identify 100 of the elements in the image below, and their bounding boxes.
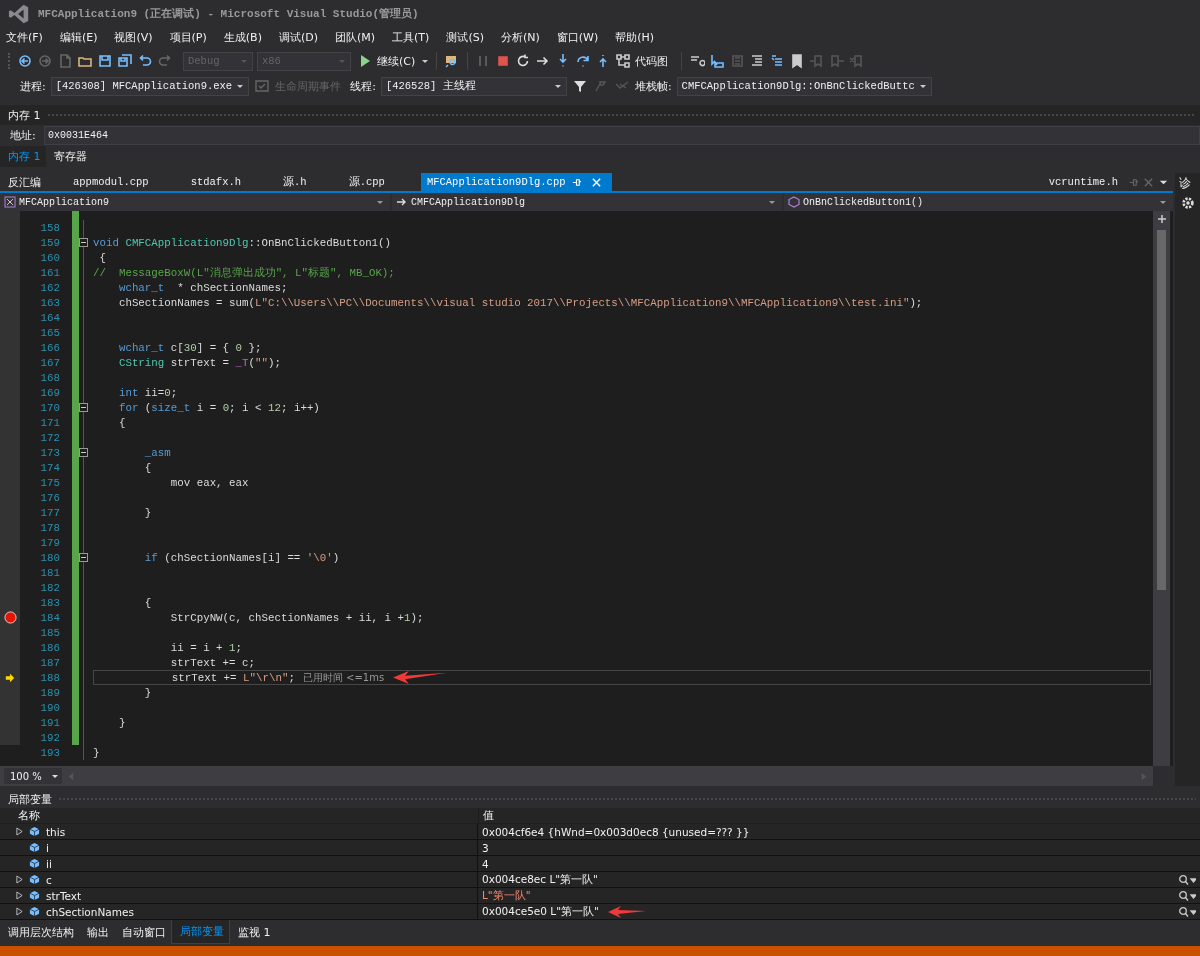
- dropdown-arrow-icon[interactable]: [51, 772, 59, 780]
- panel-tab[interactable]: 局部变量: [171, 920, 230, 944]
- menu-item[interactable]: 帮助(H): [615, 30, 655, 45]
- stack-frame-dropdown[interactable]: CMFCApplication9Dlg::OnBnClickedButtc: [676, 76, 932, 96]
- document-tab[interactable]: 源.cpp: [342, 173, 391, 191]
- expand-icon[interactable]: [16, 875, 23, 884]
- split-icon[interactable]: [1156, 214, 1167, 224]
- stack-frame-label: 堆栈帧:: [634, 78, 672, 94]
- search-icon[interactable]: [1178, 905, 1196, 918]
- code-line: {: [117, 416, 126, 429]
- dropdown-arrow-icon[interactable]: [918, 82, 927, 90]
- code-line: if (chSectionNames[i] == '\0'): [143, 551, 340, 564]
- line-number: 181: [39, 566, 60, 579]
- menu-item[interactable]: 窗口(W): [556, 30, 599, 45]
- line-number: 190: [39, 701, 60, 714]
- address-field[interactable]: 0x0031E464: [44, 126, 1200, 145]
- document-tab[interactable]: 源.h: [277, 173, 313, 191]
- line-number: 168: [39, 371, 60, 384]
- panel-tab[interactable]: 输出: [79, 920, 114, 944]
- document-tab[interactable]: 反汇编: [0, 173, 47, 191]
- line-number: 170: [39, 401, 60, 414]
- dropdown-arrow-icon[interactable]: [421, 57, 430, 65]
- variable-value: 0x004cf6e4 {hWnd=0x003d0ec8 {unused=??? }}: [482, 825, 750, 838]
- document-tab[interactable]: appmodul.cpp: [67, 173, 155, 191]
- dropdown-arrow-icon[interactable]: [236, 82, 245, 90]
- breakpoint-toggle-icon[interactable]: [689, 53, 706, 69]
- panel-tab[interactable]: 内存 1: [0, 146, 46, 167]
- preview-tab[interactable]: vcruntime.h: [1042, 173, 1124, 191]
- search-icon[interactable]: [1178, 873, 1196, 886]
- line-number: 183: [39, 596, 60, 609]
- document-tab[interactable]: MFCApplication9Dlg.cpp: [420, 173, 612, 191]
- collapse-icon[interactable]: [79, 448, 88, 457]
- menu-item[interactable]: 项目(P): [169, 30, 207, 45]
- pin-icon[interactable]: [570, 176, 582, 188]
- menu-item[interactable]: 编辑(E): [59, 30, 98, 45]
- line-number: 160: [39, 251, 60, 264]
- dropdown-arrow-icon[interactable]: [553, 82, 562, 90]
- right-arrow-icon: [396, 196, 408, 208]
- line-number: 191: [39, 716, 60, 729]
- line-number: 165: [39, 326, 60, 339]
- column-header[interactable]: 值: [478, 808, 1200, 823]
- line-number: 174: [39, 461, 60, 474]
- menu-item[interactable]: 视图(V): [114, 30, 153, 45]
- undo-icon[interactable]: [137, 53, 153, 69]
- save-icon[interactable]: [97, 53, 113, 69]
- code-line: _asm: [143, 446, 171, 459]
- class-dropdown[interactable]: CMFCApplication9Dlg: [392, 193, 782, 211]
- panel-tab[interactable]: 监视 1: [230, 920, 276, 944]
- thread-label: 线程:: [350, 79, 376, 93]
- dropdown-arrow-icon[interactable]: [1159, 198, 1167, 206]
- panel-tab[interactable]: 调用层次结构: [0, 920, 79, 944]
- process-label: 进程:: [20, 78, 46, 94]
- settings-icon[interactable]: [1181, 196, 1195, 210]
- expand-icon[interactable]: [16, 907, 23, 916]
- code-line: CString strText = _T("");: [117, 356, 281, 369]
- hierarchy-icon[interactable]: [615, 53, 632, 69]
- document-tab[interactable]: stdafx.h: [184, 173, 248, 191]
- code-line: }: [143, 686, 152, 699]
- menu-item[interactable]: 调试(D): [278, 30, 318, 45]
- panel-tab[interactable]: 寄存器: [45, 146, 92, 167]
- cursor-icon[interactable]: [709, 53, 726, 69]
- variable-name: ii: [46, 857, 52, 870]
- zoom-dropdown[interactable]: 100 %: [4, 768, 62, 784]
- code-map-label[interactable]: 代码图: [635, 53, 669, 69]
- breakpoint-icon[interactable]: [3, 611, 17, 624]
- dropdown-arrow-icon[interactable]: [376, 198, 384, 206]
- process-dropdown[interactable]: [426308] MFCApplication9.exe: [50, 76, 250, 96]
- collapse-icon[interactable]: [79, 238, 88, 247]
- filter-icon[interactable]: [571, 78, 588, 94]
- back-icon[interactable]: [17, 53, 33, 69]
- menu-item[interactable]: 工具(T): [392, 30, 430, 45]
- collapse-icon[interactable]: [79, 553, 88, 562]
- line-number: 189: [39, 686, 60, 699]
- search-icon[interactable]: [1178, 889, 1196, 902]
- save-all-icon[interactable]: [117, 53, 133, 69]
- menu-item[interactable]: 文件(F): [6, 30, 43, 45]
- code-line: void CMFCApplication9Dlg::OnBnClickedButton1(): [93, 236, 392, 249]
- vertical-scrollbar[interactable]: [1153, 211, 1170, 766]
- thread-dropdown[interactable]: [426528] 主线程: [380, 76, 567, 96]
- expand-icon[interactable]: [16, 827, 23, 836]
- panel-tab[interactable]: 自动窗口: [114, 920, 171, 944]
- project-dropdown[interactable]: MFCApplication9: [0, 193, 390, 211]
- dropdown-arrow-icon[interactable]: [768, 198, 776, 206]
- pin-icon[interactable]: [1128, 176, 1139, 188]
- variable-name: this: [46, 825, 66, 838]
- elapsed-time-hint: 已用时间 <=1ms: [302, 670, 385, 685]
- continue-button[interactable]: 继续(C): [355, 53, 418, 69]
- collapse-icon[interactable]: [79, 403, 88, 412]
- menu-item[interactable]: 测试(S): [446, 30, 484, 45]
- panel-title: 诊: [1178, 175, 1191, 192]
- code-line: }: [117, 716, 126, 729]
- expand-icon[interactable]: [16, 891, 23, 900]
- step-over-icon[interactable]: [575, 53, 592, 69]
- menu-item[interactable]: 生成(B): [223, 30, 262, 45]
- code-line: wchar_t c[30] = { 0 };: [117, 341, 262, 354]
- line-number: 193: [39, 746, 60, 759]
- column-header[interactable]: 名称: [0, 808, 478, 823]
- menu-item[interactable]: 团队(M): [335, 30, 376, 45]
- member-dropdown[interactable]: OnBnClickedButton1(): [784, 193, 1173, 211]
- menu-item[interactable]: 分析(N): [500, 30, 540, 45]
